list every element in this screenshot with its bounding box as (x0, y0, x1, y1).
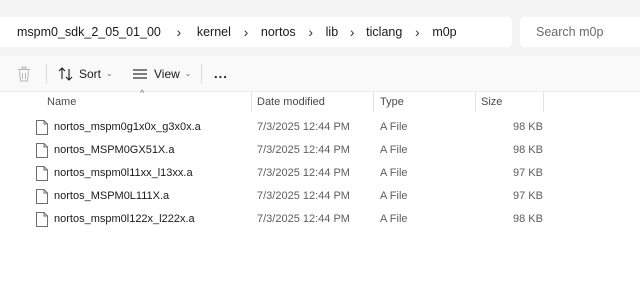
trash-icon (18, 66, 30, 81)
sort-label: Sort (79, 66, 102, 81)
column-divider[interactable] (373, 92, 374, 112)
file-icon (36, 143, 48, 158)
breadcrumb-item-kernel[interactable]: kernel (197, 25, 231, 39)
sort-button[interactable]: Sort ⌄ (58, 56, 113, 91)
file-date: 7/3/2025 12:44 PM (257, 121, 350, 133)
file-size: 98 KB (513, 121, 543, 133)
search-input[interactable]: Search m0p (520, 17, 640, 47)
file-name: nortos_mspm0l11xx_l13xx.a (54, 167, 193, 179)
chevron-down-icon: ⌄ (106, 69, 113, 78)
chevron-down-icon: ⌄ (184, 69, 192, 78)
file-size: 98 KB (513, 213, 543, 225)
column-header-date[interactable]: Date modified (257, 96, 325, 108)
breadcrumb-item-m0p[interactable]: m0p (432, 25, 456, 39)
breadcrumb-item-lib[interactable]: lib (326, 25, 339, 39)
file-row[interactable]: nortos_mspm0l122x_l222x.a 7/3/2025 12:44… (0, 209, 640, 232)
sort-icon (58, 66, 73, 81)
column-headers: ^ Name Date modified Type Size (0, 88, 640, 112)
file-name: nortos_MSPM0GX51X.a (54, 144, 175, 156)
file-row[interactable]: nortos_mspm0g1x0x_g3x0x.a 7/3/2025 12:44… (0, 117, 640, 140)
file-icon (36, 212, 48, 227)
sort-ascending-icon: ^ (140, 88, 145, 98)
file-row[interactable]: nortos_MSPM0GX51X.a 7/3/2025 12:44 PM A … (0, 140, 640, 163)
column-divider[interactable] (543, 92, 544, 112)
more-options-icon: ... (214, 66, 228, 81)
more-options-button[interactable]: ... (214, 56, 228, 91)
delete-button[interactable] (15, 56, 33, 91)
file-date: 7/3/2025 12:44 PM (257, 213, 350, 225)
toolbar-divider (201, 64, 202, 84)
file-row[interactable]: nortos_mspm0l11xx_l13xx.a 7/3/2025 12:44… (0, 163, 640, 186)
column-header-type[interactable]: Type (380, 96, 404, 108)
file-date: 7/3/2025 12:44 PM (257, 167, 350, 179)
chevron-right-icon[interactable]: › (231, 24, 261, 40)
file-type: A File (380, 213, 408, 225)
file-type: A File (380, 167, 408, 179)
column-header-name[interactable]: Name (47, 96, 76, 108)
chevron-right-icon[interactable]: › (338, 24, 366, 40)
command-bar: Sort ⌄ View ⌄ ... (0, 56, 640, 92)
file-name: nortos_MSPM0L111X.a (54, 190, 170, 202)
file-name: nortos_mspm0g1x0x_g3x0x.a (54, 121, 201, 133)
file-size: 97 KB (513, 167, 543, 179)
file-date: 7/3/2025 12:44 PM (257, 144, 350, 156)
file-list: ^ Name Date modified Type Size nortos_ms… (0, 88, 640, 297)
breadcrumb-item-nortos[interactable]: nortos (261, 25, 296, 39)
file-row[interactable]: nortos_MSPM0L111X.a 7/3/2025 12:44 PM A … (0, 186, 640, 209)
file-size: 97 KB (513, 190, 543, 202)
view-label: View (154, 66, 180, 81)
chevron-right-icon[interactable]: › (296, 24, 326, 40)
file-icon (36, 189, 48, 204)
chevron-right-icon[interactable]: › (161, 24, 197, 40)
toolbar-divider (46, 64, 47, 84)
column-divider[interactable] (475, 92, 476, 112)
file-icon (36, 166, 48, 181)
breadcrumb-item-ticlang[interactable]: ticlang (366, 25, 402, 39)
view-list-icon (133, 68, 147, 79)
file-type: A File (380, 190, 408, 202)
file-name: nortos_mspm0l122x_l222x.a (54, 213, 195, 225)
breadcrumb-item-sdk[interactable]: mspm0_sdk_2_05_01_00 (17, 25, 161, 39)
column-header-size[interactable]: Size (481, 96, 502, 108)
file-icon (36, 120, 48, 135)
file-type: A File (380, 121, 408, 133)
column-divider[interactable] (251, 92, 252, 112)
file-date: 7/3/2025 12:44 PM (257, 190, 350, 202)
view-button[interactable]: View ⌄ (132, 56, 192, 91)
chevron-right-icon[interactable]: › (402, 24, 432, 40)
file-type: A File (380, 144, 408, 156)
file-size: 98 KB (513, 144, 543, 156)
address-bar: mspm0_sdk_2_05_01_00 › kernel › nortos ›… (0, 0, 640, 56)
breadcrumb[interactable]: mspm0_sdk_2_05_01_00 › kernel › nortos ›… (0, 17, 512, 47)
